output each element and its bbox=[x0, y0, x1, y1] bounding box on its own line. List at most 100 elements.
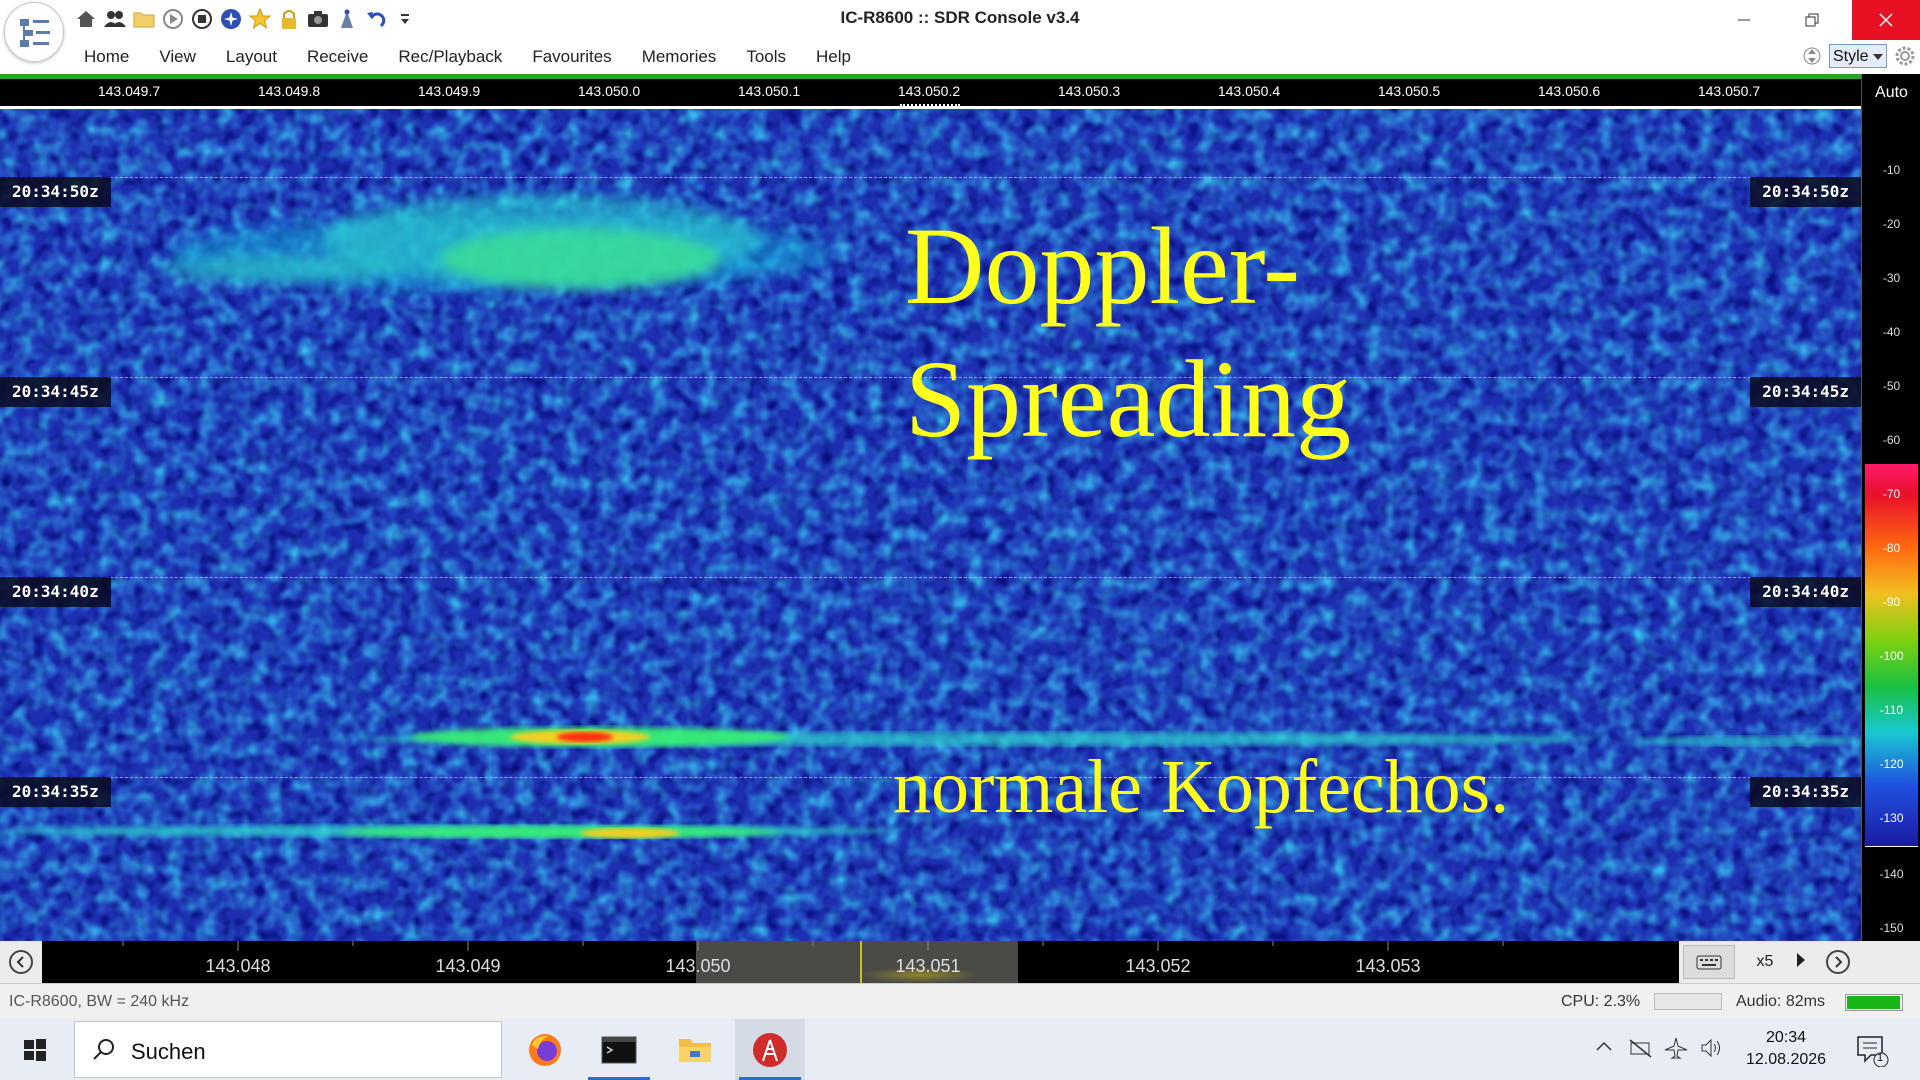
menu-help[interactable]: Help bbox=[816, 47, 851, 67]
gear-icon[interactable] bbox=[1893, 44, 1917, 68]
sdr-console-icon bbox=[753, 1032, 787, 1067]
minimize-icon bbox=[1738, 19, 1750, 21]
menu-rec-playback[interactable]: Rec/Playback bbox=[398, 47, 502, 67]
annotation-doppler-line1: Doppler- bbox=[905, 205, 1300, 327]
audio-meter bbox=[1845, 994, 1903, 1011]
db-tick: -70 bbox=[1882, 487, 1901, 501]
show-hidden-icons-icon[interactable] bbox=[1594, 1037, 1614, 1062]
time-gridline bbox=[0, 577, 1861, 578]
chevron-left-icon bbox=[16, 956, 24, 968]
scroll-left-button[interactable] bbox=[9, 950, 33, 974]
auto-level-button[interactable]: Auto bbox=[1862, 84, 1920, 102]
freq-tick: 143.049.7 bbox=[97, 83, 161, 99]
freq-tick: 143.050.5 bbox=[1377, 83, 1441, 99]
menu-layout[interactable]: Layout bbox=[226, 47, 277, 67]
freq-tick: 143.050.7 bbox=[1697, 83, 1761, 99]
scroll-right-button[interactable] bbox=[1826, 950, 1850, 974]
db-tick: -40 bbox=[1882, 325, 1901, 339]
color-level-bar[interactable]: -70 -80 -90 -100 -110 -120 -130 bbox=[1865, 464, 1918, 847]
terminal-icon bbox=[601, 1036, 637, 1063]
time-label-right: 20:34:50z bbox=[1750, 177, 1861, 207]
system-clock[interactable]: 20:34 12.08.2026 bbox=[1745, 1027, 1827, 1071]
menu-favourites[interactable]: Favourites bbox=[532, 47, 611, 67]
level-scale-panel[interactable]: Auto -10 -20 -30 -40 -50 -60 -70 -80 -90… bbox=[1861, 74, 1920, 941]
time-label-right: 20:34:35z bbox=[1750, 777, 1861, 807]
audio-status: Audio: 82ms bbox=[1736, 993, 1825, 1010]
freq-tick: 143.050.2 bbox=[897, 83, 961, 99]
freq-tick: 143.049.9 bbox=[417, 83, 481, 99]
db-tick: -130 bbox=[1879, 811, 1904, 825]
overview-freq-label: 143.050 bbox=[665, 956, 731, 976]
chevron-down-icon bbox=[1873, 54, 1883, 60]
cpu-status: CPU: 2.3% bbox=[1561, 993, 1641, 1010]
waterfall-display[interactable]: 20:34:50z 20:34:50z 20:34:45z 20:34:45z … bbox=[0, 109, 1861, 941]
freq-tick: 143.049.8 bbox=[257, 83, 321, 99]
taskbar-explorer[interactable] bbox=[660, 1019, 730, 1080]
window-title: IC-R8600 :: SDR Console v3.4 bbox=[840, 8, 1080, 27]
menu-bar: Home View Layout Receive Rec/Playback Fa… bbox=[0, 40, 1920, 75]
db-tick: -120 bbox=[1879, 757, 1904, 771]
menu-view[interactable]: View bbox=[159, 47, 196, 67]
time-label-left: 20:34:40z bbox=[0, 577, 111, 607]
time-label-left: 20:34:35z bbox=[0, 777, 111, 807]
overview-freq-label: 143.052 bbox=[1125, 956, 1191, 976]
style-label: Style bbox=[1833, 48, 1869, 65]
radio-status: IC-R8600, BW = 240 kHz bbox=[9, 993, 190, 1010]
freq-tick: 143.050.3 bbox=[1057, 83, 1121, 99]
menu-memories[interactable]: Memories bbox=[642, 47, 717, 67]
chevron-right-icon bbox=[1835, 956, 1843, 968]
zoom-selector[interactable]: x5 bbox=[1739, 945, 1791, 979]
restore-button[interactable] bbox=[1778, 0, 1846, 40]
search-placeholder: Suchen bbox=[131, 1039, 206, 1064]
close-button[interactable] bbox=[1852, 0, 1920, 40]
folder-icon bbox=[679, 1038, 711, 1062]
app-menu-button[interactable] bbox=[4, 2, 64, 62]
notification-badge: 1 bbox=[1877, 1052, 1884, 1064]
annotation-head-echoes: normale Kopfechos. bbox=[893, 745, 1510, 829]
title-bar: IC-R8600 :: SDR Console v3.4 bbox=[0, 0, 1920, 62]
time-gridline bbox=[0, 177, 1861, 178]
db-tick: -90 bbox=[1882, 595, 1901, 609]
overview-ticks bbox=[122, 941, 1504, 951]
db-tick: -110 bbox=[1879, 703, 1904, 717]
status-bar: IC-R8600, BW = 240 kHz CPU: 2.3% Audio: … bbox=[0, 983, 1920, 1020]
taskbar-sdr-console[interactable] bbox=[735, 1019, 805, 1080]
airplane-mode-icon[interactable] bbox=[1664, 1037, 1688, 1064]
notification-center-icon[interactable]: 1 bbox=[1855, 1033, 1889, 1072]
search-icon bbox=[93, 1039, 114, 1060]
app-logo-icon bbox=[20, 19, 50, 47]
menu-home[interactable]: Home bbox=[84, 47, 129, 67]
taskbar-firefox[interactable] bbox=[510, 1019, 580, 1080]
db-tick: -50 bbox=[1882, 379, 1901, 393]
db-tick: -10 bbox=[1882, 163, 1901, 177]
taskbar-terminal[interactable] bbox=[584, 1019, 654, 1080]
keyboard-button[interactable] bbox=[1683, 945, 1735, 979]
db-tick: -80 bbox=[1882, 541, 1901, 555]
network-icon[interactable] bbox=[1629, 1037, 1653, 1064]
frequency-scale[interactable]: 143.049.7 143.049.8 143.049.9 143.050.0 … bbox=[0, 79, 1862, 106]
taskbar-search-box[interactable]: Suchen bbox=[74, 1021, 502, 1078]
time-label-left: 20:34:50z bbox=[0, 177, 111, 207]
time-label-left: 20:34:45z bbox=[0, 377, 111, 407]
volume-icon[interactable] bbox=[1699, 1037, 1723, 1064]
close-icon bbox=[1879, 13, 1893, 27]
overview-freq-label: 143.053 bbox=[1355, 956, 1421, 976]
windows-taskbar: Suchen 20:34 12.08.2026 1 bbox=[0, 1019, 1920, 1080]
overview-freq-label: 143.048 bbox=[205, 956, 271, 976]
style-dropdown[interactable]: Style bbox=[1829, 44, 1887, 68]
firefox-icon bbox=[529, 1033, 561, 1066]
clock-date: 12.08.2026 bbox=[1745, 1051, 1827, 1068]
restore-icon bbox=[1805, 13, 1819, 27]
ribbon-toggle-icon[interactable] bbox=[1803, 44, 1821, 68]
cpu-meter bbox=[1654, 993, 1722, 1010]
keyboard-icon bbox=[1696, 955, 1722, 970]
start-button[interactable] bbox=[0, 1019, 70, 1080]
time-label-right: 20:34:45z bbox=[1750, 377, 1861, 407]
zoom-next-icon[interactable] bbox=[1797, 953, 1805, 967]
menu-tools[interactable]: Tools bbox=[746, 47, 786, 67]
menu-receive[interactable]: Receive bbox=[307, 47, 368, 67]
minimize-button[interactable] bbox=[1710, 0, 1778, 40]
clock-time: 20:34 bbox=[1765, 1029, 1807, 1046]
spectrum-overview[interactable]: 143.048 143.049 143.050 143.051 143.052 … bbox=[42, 941, 1679, 983]
freq-tick: 143.050.1 bbox=[737, 83, 801, 99]
